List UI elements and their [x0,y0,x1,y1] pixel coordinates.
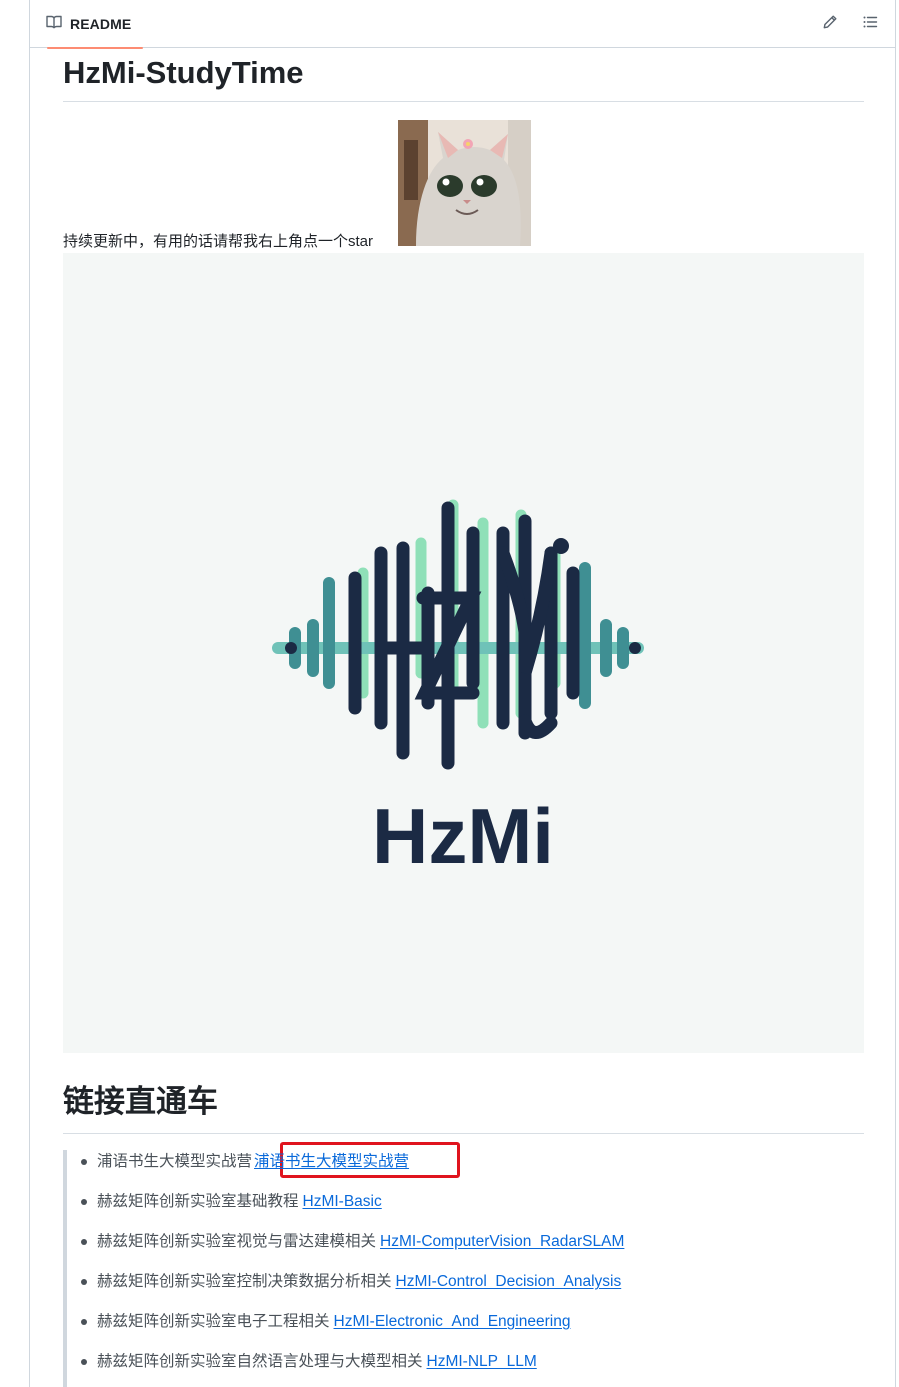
list-item: 赫兹矩阵创新实验室基础教程 HzMI-Basic [81,1190,857,1230]
link-description: 赫兹矩阵创新实验室视觉与雷达建模相关 [97,1233,377,1250]
bullet [81,1359,87,1365]
tab-readme[interactable]: README [38,0,143,49]
bullet [81,1279,87,1285]
bullet [81,1319,87,1325]
list-item: 赫兹矩阵创新实验室电子工程相关 HzMI-Electronic_And_Engin… [81,1310,857,1350]
bullet [81,1199,87,1205]
list-item: 赫兹矩阵创新实验室自然语言处理与大模型相关 HzMI-NLP_LLM [81,1350,857,1387]
outline-button[interactable] [858,12,882,36]
page-title: HzMi-StudyTime [63,54,864,102]
edit-file-button[interactable] [818,12,842,36]
star-request-paragraph: 持续更新中，有用的话请帮我右上角点一个star [63,120,864,250]
link-puyu-camp[interactable]: 浦语书生大模型实战营 [254,1153,409,1170]
link-description: 赫兹矩阵创新实验室控制决策数据分析相关 [97,1273,392,1290]
links-section-heading: 链接直通车 [63,1082,864,1134]
link-description: 赫兹矩阵创新实验室电子工程相关 [97,1313,330,1330]
link-hzmi-cv-radarslam[interactable]: HzMI-ComputerVision_RadarSLAM [380,1233,624,1250]
logo-wordmark: HzMi [372,792,554,880]
cat-sticker-image [398,120,531,246]
bullet [81,1159,87,1165]
link-description: 赫兹矩阵创新实验室基础教程 [97,1193,299,1210]
link-hzmi-basic[interactable]: HzMI-Basic [303,1193,382,1210]
link-hzmi-nlp-llm[interactable]: HzMI-NLP_LLM [427,1353,537,1370]
link-hzmi-control-decision[interactable]: HzMI-Control_Decision_Analysis [396,1273,622,1290]
tab-readme-label: README [70,16,132,32]
hzmi-soundwave-logo: HzMi [272,499,644,880]
list-item: 浦语书生大模型实战营 浦语书生大模型实战营 [81,1150,857,1190]
links-blockquote: 浦语书生大模型实战营 浦语书生大模型实战营 赫兹矩阵创新实验室基础教程 HzMI-B… [63,1142,864,1387]
star-request-text: 持续更新中，有用的话请帮我右上角点一个star [63,233,374,250]
link-description: 浦语书生大模型实战营 [97,1153,253,1170]
list-item: 赫兹矩阵创新实验室控制决策数据分析相关 HzMI-Control_Decision… [81,1270,857,1310]
bullet [81,1239,87,1245]
list-item: 赫兹矩阵创新实验室视觉与雷达建模相关 HzMI-ComputerVision_Ra… [81,1230,857,1270]
pencil-icon [822,14,838,35]
readme-tabbar: README [30,0,895,49]
links-list: 浦语书生大模型实战营 浦语书生大模型实战营 赫兹矩阵创新实验室基础教程 HzMI-B… [81,1150,857,1387]
book-icon [46,14,62,35]
tab-active-indicator [47,47,143,49]
hzmi-logo-image: HzMi [63,253,864,1053]
readme-container: README HzMi-StudyTime 持续更新中，有用的话请帮我右上角点一… [29,0,896,1387]
link-description: 赫兹矩阵创新实验室自然语言处理与大模型相关 [97,1353,423,1370]
list-unordered-icon [862,14,878,35]
link-hzmi-electronic[interactable]: HzMI-Electronic_And_Engineering [334,1313,571,1330]
